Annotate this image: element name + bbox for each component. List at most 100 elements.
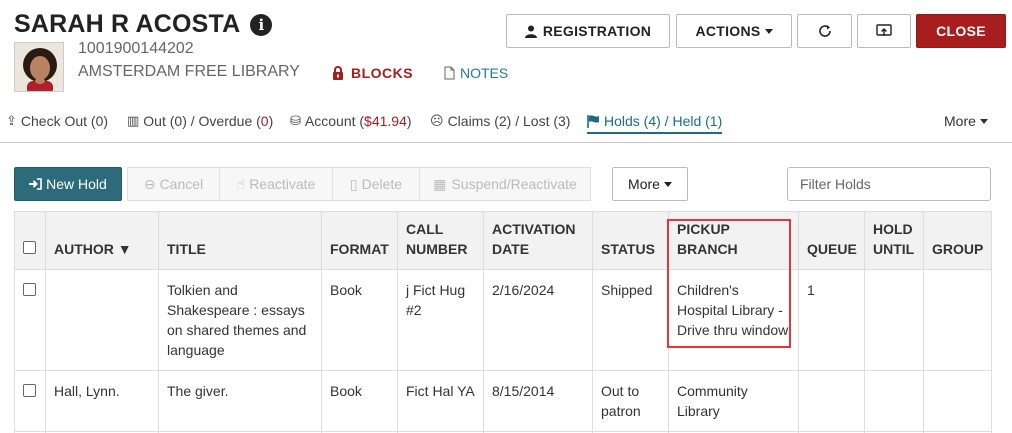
patron-home-library: AMSTERDAM FREE LIBRARY [78,63,300,80]
actions-dropdown-button[interactable]: ACTIONS [676,14,792,48]
row-select-cell [14,370,46,432]
new-hold-button[interactable]: New Hold [14,167,122,201]
caret-down-icon [979,118,988,124]
caret-down-icon [764,28,773,34]
notes-link[interactable]: NOTES [444,65,508,81]
patron-name-text: SARAH R ACOSTA [14,10,241,38]
cell-activation-date: 2/16/2024 [483,269,593,371]
new-hold-label: New Hold [46,176,107,192]
cell-group [923,269,992,371]
tab-claims-lost[interactable]: ☹ Claims (2) / Lost (3) [430,113,570,129]
thumbs-up-icon: ☝ [236,175,246,192]
blocks-link[interactable]: BLOCKS [332,65,413,81]
suspend-label: Suspend/Reactivate [451,176,577,192]
cell-activation-date: 8/15/2014 [483,370,593,432]
books-icon: ▥ [127,113,140,128]
select-all-header [14,211,46,270]
cell-author [45,269,159,371]
sign-in-icon [29,178,42,190]
tab-account-prefix: Account ( [304,113,365,129]
tab-check-out[interactable]: ⇪ Check Out (0) [6,113,108,129]
tab-out-prefix: Out (0) / Overdue ( [143,113,261,129]
column-header-hold-until[interactable]: HOLD UNTIL [864,211,924,270]
cell-pickup-branch: Community Library [668,370,799,432]
column-header-title[interactable]: TITLE [158,211,322,270]
hold-more-label: More [628,176,660,192]
column-header-status[interactable]: STATUS [592,211,669,270]
table-row[interactable]: Hall, Lynn. The giver. Book Fict Hal YA … [14,370,992,432]
holds-table: AUTHOR ▼ TITLE FORMAT CALL NUMBER ACTIVA… [14,211,992,433]
delete-label: Delete [361,176,403,192]
tab-check-out-label: Check Out (0) [20,113,109,129]
select-all-checkbox[interactable] [23,241,36,254]
tab-account-suffix: ) [406,113,412,129]
cell-format: Book [321,370,398,432]
tab-holds-label: Holds (4) / Held (1) [604,113,723,129]
tabs-more-label: More [944,113,976,129]
actions-label: ACTIONS [695,23,761,39]
column-header-pickup-branch[interactable]: PICKUP BRANCH [668,211,799,270]
filter-holds-input[interactable] [787,167,991,201]
calendar-icon: ▦ [433,175,447,192]
cancel-hold-button[interactable]: ⊖ Cancel [128,168,220,200]
tab-items-out[interactable]: ▥ Out (0) / Overdue (0) [127,113,273,129]
reactivate-button[interactable]: ☝ Reactivate [220,168,333,200]
upload-icon: ⇪ [6,113,17,128]
document-icon [444,66,455,80]
caret-down-icon [663,181,672,187]
cell-status: Shipped [592,269,669,371]
cell-call-number: j Fict Hug #2 [397,269,484,371]
money-icon: ⛁ [290,113,301,128]
suspend-reactivate-button[interactable]: ▦ Suspend/Reactivate [420,168,590,200]
cell-queue: 1 [798,269,865,371]
table-header-row: AUTHOR ▼ TITLE FORMAT CALL NUMBER ACTIVA… [14,211,992,270]
cell-hold-until [864,269,924,371]
tab-claims-label: Claims (2) / Lost (3) [447,113,571,129]
trash-icon: ▯ [349,175,358,192]
patron-barcode: 1001900144202 [78,40,194,57]
row-select-cell [14,269,46,371]
tab-overdue-count: 0 [260,113,269,129]
column-header-format[interactable]: FORMAT [321,211,398,270]
cell-status: Out to patron [592,370,669,432]
refresh-button[interactable] [797,14,852,48]
info-icon[interactable]: i [250,13,273,36]
column-header-call-number[interactable]: CALL NUMBER [397,211,484,270]
notes-label: NOTES [460,65,509,81]
tab-account-balance: $41.94 [364,113,407,129]
flag-icon [587,114,599,128]
table-row[interactable]: Tolkien and Shakespeare : essays on shar… [14,269,992,371]
minus-circle-icon: ⊖ [143,175,156,192]
registration-button[interactable]: REGISTRATION [506,14,670,48]
avatar [14,42,64,92]
refresh-icon [818,25,831,37]
hold-more-dropdown[interactable]: More [612,167,688,201]
column-header-activation-date[interactable]: ACTIVATION DATE [483,211,593,270]
cell-hold-until [864,370,924,432]
cell-title: Tolkien and Shakespeare : essays on shar… [158,269,322,371]
cell-group [923,370,992,432]
column-header-queue[interactable]: QUEUE [798,211,865,270]
cell-call-number: Fict Hal YA [397,370,484,432]
lock-icon [333,66,343,80]
user-icon [524,25,537,38]
column-header-group[interactable]: GROUP [923,211,992,270]
tab-account[interactable]: ⛁ Account ($41.94) [290,113,412,129]
patron-name: SARAH R ACOSTA i [14,10,273,39]
close-button[interactable]: CLOSE [916,14,1006,48]
tab-out-suffix: ) [268,113,274,129]
print-button[interactable] [857,14,911,48]
reactivate-label: Reactivate [249,176,316,192]
row-checkbox[interactable] [23,384,36,397]
registration-label: REGISTRATION [542,23,652,39]
cell-author: Hall, Lynn. [45,370,159,432]
row-checkbox[interactable] [23,283,36,296]
cell-format: Book [321,269,398,371]
cell-title: The giver. [158,370,322,432]
tab-holds[interactable]: Holds (4) / Held (1) [587,113,723,134]
tabs-more-dropdown[interactable]: More [944,113,988,129]
patron-tabs: ⇪ Check Out (0) ▥ Out (0) / Overdue (0) … [0,103,1012,143]
delete-button[interactable]: ▯ Delete [333,168,420,200]
column-header-author[interactable]: AUTHOR ▼ [45,211,159,270]
blocks-label: BLOCKS [351,65,414,81]
